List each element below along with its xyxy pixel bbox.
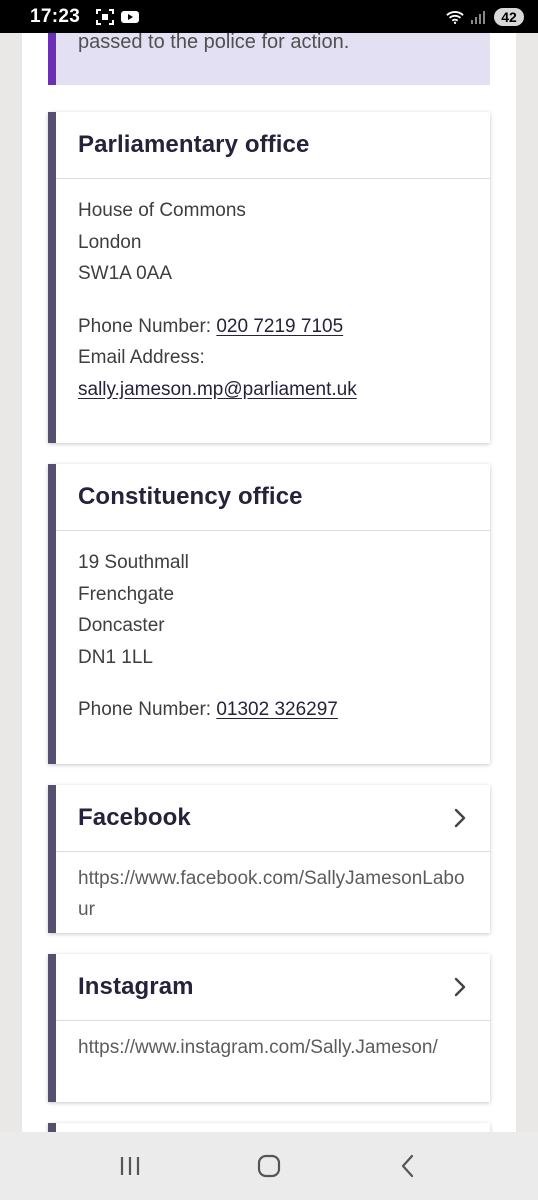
address-line: DN1 1LL bbox=[78, 646, 153, 668]
email-label: Email Address: bbox=[78, 347, 205, 368]
back-icon bbox=[402, 1154, 414, 1178]
phone-link[interactable]: 020 7219 7105 bbox=[216, 316, 343, 337]
notice-box: passed to the police for action. bbox=[48, 33, 490, 85]
address-line: SW1A 0AA bbox=[78, 263, 172, 284]
instagram-card[interactable]: Instagram https://www.instagram.com/Sall… bbox=[48, 954, 490, 1102]
status-bar: 17:23 42 bbox=[0, 0, 538, 33]
card-body: 19 Southmall Frenchgate Doncaster DN1 1L… bbox=[56, 531, 490, 726]
phone-row: Phone Number: 01302 326297 bbox=[78, 694, 468, 726]
card-header: Constituency office bbox=[56, 464, 490, 531]
screenshot-icon bbox=[96, 8, 115, 25]
card-title: Instagram bbox=[78, 973, 194, 1000]
card-header[interactable]: Instagram bbox=[56, 954, 490, 1021]
facebook-url[interactable]: https://www.facebook.com/SallyJamesonLab… bbox=[56, 852, 490, 925]
address-line: 19 Southmall bbox=[78, 552, 189, 573]
home-icon bbox=[257, 1154, 281, 1178]
youtube-icon bbox=[121, 10, 140, 23]
facebook-card[interactable]: Facebook https://www.facebook.com/SallyJ… bbox=[48, 785, 490, 933]
card-title: Facebook bbox=[78, 804, 191, 831]
card-header[interactable]: Facebook bbox=[56, 785, 490, 852]
instagram-url[interactable]: https://www.instagram.com/Sally.Jameson/ bbox=[56, 1021, 490, 1063]
notice-text: passed to the police for action. bbox=[78, 33, 350, 53]
parliamentary-office-card: Parliamentary office House of Commons Lo… bbox=[48, 112, 490, 443]
chevron-right-icon bbox=[454, 977, 466, 997]
card-title: Constituency office bbox=[78, 483, 303, 510]
signal-icon bbox=[471, 10, 485, 24]
card-header: Parliamentary office bbox=[56, 112, 490, 179]
email-link[interactable]: sally.jameson.mp@parliament.uk bbox=[78, 379, 357, 400]
battery-indicator: 42 bbox=[494, 7, 524, 26]
back-button[interactable] bbox=[393, 1151, 423, 1181]
phone-label: Phone Number: bbox=[78, 699, 217, 720]
address-line: Frenchgate bbox=[78, 583, 175, 605]
navigation-bar bbox=[0, 1132, 538, 1200]
status-time: 17:23 bbox=[30, 5, 81, 27]
chevron-right-icon bbox=[454, 808, 466, 828]
phone-row: Phone Number: 020 7219 7105 bbox=[78, 311, 468, 343]
home-button[interactable] bbox=[254, 1151, 284, 1181]
page-content: passed to the police for action. Parliam… bbox=[22, 33, 516, 1132]
phone-link[interactable]: 01302 326297 bbox=[216, 699, 338, 720]
address-line: Doncaster bbox=[78, 615, 165, 636]
phone-label: Phone Number: bbox=[78, 315, 217, 337]
card-title: Parliamentary office bbox=[78, 131, 310, 158]
next-card bbox=[48, 1123, 490, 1132]
recents-icon bbox=[120, 1157, 139, 1175]
recents-button[interactable] bbox=[115, 1151, 145, 1181]
card-body: House of Commons London SW1A 0AA Phone N… bbox=[56, 179, 490, 405]
wifi-icon bbox=[446, 10, 464, 24]
constituency-office-card: Constituency office 19 Southmall Frenchg… bbox=[48, 464, 490, 764]
address-line: London bbox=[78, 231, 142, 253]
address-line: House of Commons bbox=[78, 200, 246, 221]
